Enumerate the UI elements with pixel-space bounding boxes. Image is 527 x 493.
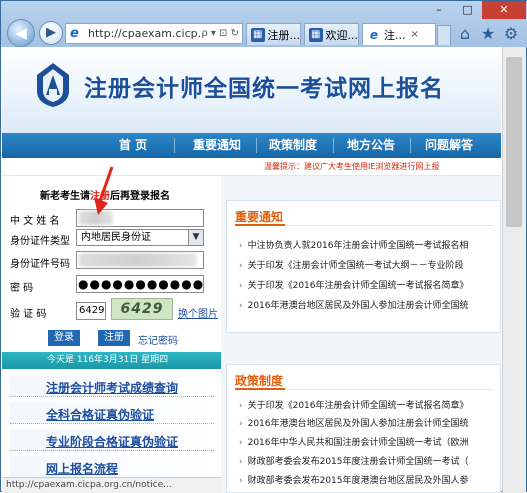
tab-registration[interactable]: ▦ 注册... bbox=[246, 23, 301, 45]
tab-label: 欢迎... bbox=[325, 28, 359, 42]
policy-item[interactable]: 2016年中华人民共和国注册会计师全国统一考试（欧洲 bbox=[239, 435, 469, 448]
policy-item[interactable]: 关于印发《2016年注册会计师全国统一考试报名简章》 bbox=[239, 398, 469, 411]
login-button[interactable]: 登录 bbox=[48, 330, 80, 346]
policy-item[interactable]: 财政部考委会发布2015年度注册会计师全国统一考试（ bbox=[239, 454, 469, 467]
cicpa-logo-icon bbox=[37, 63, 69, 107]
close-window-button[interactable]: ✕ bbox=[482, 1, 526, 19]
back-arrow-icon[interactable]: ◀ bbox=[7, 19, 35, 47]
maximize-button[interactable]: □ bbox=[454, 1, 481, 19]
menu-divider bbox=[410, 138, 411, 153]
captcha-input[interactable]: 6429 bbox=[76, 302, 106, 320]
id-number-field[interactable] bbox=[76, 251, 204, 269]
link-stage-cert-verify[interactable]: 专业阶段合格证真伪验证 bbox=[10, 429, 214, 451]
menu-home[interactable]: 首 页 bbox=[108, 133, 158, 158]
password-dots: ●●●●●●●●●●● bbox=[78, 277, 205, 291]
notice-item[interactable]: 关于印发《注册会计师全国统一考试大纲－－专业阶段 bbox=[239, 258, 464, 271]
browser-titlebar: – □ ✕ ◀ ▶ e http://cpaexam.cicp... ρ ▾ ⊡… bbox=[1, 1, 527, 47]
policy-item[interactable]: 财政部考委会发布2015年度港澳台地区居民及外国人参 bbox=[239, 473, 469, 486]
notice-bar: 温馨提示：建议广大考生使用IE浏览器进行网上报 bbox=[2, 158, 501, 176]
link-score-query[interactable]: 注册会计师考试成绩查询 bbox=[10, 375, 214, 397]
main-menu: 首 页 重要通知 政策制度 地方公告 问题解答 bbox=[2, 133, 501, 158]
page-icon: ▦ bbox=[309, 27, 323, 42]
link-label[interactable]: 专业阶段合格证真伪验证 bbox=[46, 433, 178, 450]
change-captcha-link[interactable]: 换个图片 bbox=[178, 305, 218, 320]
home-icon[interactable]: ⌂ bbox=[454, 23, 476, 45]
link-full-cert-verify[interactable]: 全科合格证真伪验证 bbox=[10, 402, 214, 424]
forgot-password-link[interactable]: 忘记密码 bbox=[138, 332, 178, 347]
policy-panel: 政策制度 关于印发《2016年注册会计师全国统一考试报名简章》 2016年港澳台… bbox=[226, 364, 501, 493]
browser-window: – □ ✕ ◀ ▶ e http://cpaexam.cicp... ρ ▾ ⊡… bbox=[0, 0, 527, 493]
panel-divider bbox=[235, 388, 493, 390]
link-label[interactable]: 注册会计师考试成绩查询 bbox=[46, 379, 178, 396]
ie-icon: e bbox=[367, 27, 381, 42]
red-arrow-annotation bbox=[94, 166, 114, 215]
minimize-button[interactable]: – bbox=[425, 1, 453, 19]
page-icon: ▦ bbox=[251, 27, 265, 42]
captcha-image: 6429 bbox=[111, 298, 173, 320]
password-label: 密 码 bbox=[10, 283, 34, 294]
notice-item[interactable]: 中注协负责人就2016年注册会计师全国统一考试报名相 bbox=[239, 238, 469, 251]
status-bar-url: http://cpaexam.cicpa.org.cn/notice... bbox=[2, 477, 221, 493]
star-icon[interactable]: ★ bbox=[477, 23, 499, 45]
menu-divider bbox=[333, 138, 334, 153]
id-type-select[interactable]: 内地居民身份证 ▼ bbox=[76, 229, 204, 246]
menu-divider bbox=[174, 138, 175, 153]
panel-divider bbox=[235, 224, 493, 226]
register-button[interactable]: 注册 bbox=[98, 330, 130, 346]
site-title: 注册会计师全国统一考试网上报名 bbox=[84, 75, 444, 102]
captcha-label: 验 证 码 bbox=[10, 309, 47, 320]
redacted-value bbox=[79, 253, 197, 267]
address-bar[interactable]: e http://cpaexam.cicp... ρ ▾ ⊡ ↻ bbox=[65, 23, 243, 44]
notice-item[interactable]: 关于印发《2016年注册会计师全国统一考试报名简章》 bbox=[239, 278, 469, 291]
tab-active[interactable]: e 注... × bbox=[362, 23, 436, 45]
forward-arrow-icon[interactable]: ▶ bbox=[39, 21, 63, 45]
policy-title: 政策制度 bbox=[235, 374, 284, 388]
login-heading-pre: 新老考生请 bbox=[40, 191, 90, 202]
new-tab-button[interactable] bbox=[437, 25, 451, 45]
menu-important-notice[interactable]: 重要通知 bbox=[184, 133, 250, 158]
policy-item[interactable]: 2016年港澳台地区居民及外国人参加注册会计师全国统 bbox=[239, 416, 469, 429]
menu-policy[interactable]: 政策制度 bbox=[260, 133, 326, 158]
chevron-down-icon[interactable]: ▼ bbox=[188, 230, 203, 245]
vertical-scrollbar[interactable] bbox=[502, 47, 526, 493]
link-registration-flow[interactable]: 网上报名流程 bbox=[10, 456, 214, 478]
menu-divider bbox=[256, 138, 257, 153]
menu-local-announcement[interactable]: 地方公告 bbox=[338, 133, 404, 158]
tab-welcome[interactable]: ▦ 欢迎... bbox=[304, 23, 359, 45]
address-url[interactable]: http://cpaexam.cicp... bbox=[88, 27, 201, 40]
id-type-value: 内地居民身份证 bbox=[81, 232, 151, 243]
tab-label: 注册... bbox=[267, 28, 301, 42]
gear-icon[interactable]: ⚙ bbox=[500, 23, 522, 45]
scrollbar-thumb[interactable] bbox=[506, 57, 522, 227]
ie-icon: e bbox=[70, 25, 79, 41]
id-type-label: 身份证件类型 bbox=[10, 236, 70, 247]
close-tab-icon[interactable]: × bbox=[411, 29, 419, 40]
link-label[interactable]: 网上报名流程 bbox=[46, 460, 118, 477]
browser-tip-text: 温馨提示：建议广大考生使用IE浏览器进行网上报 bbox=[264, 162, 440, 171]
id-number-label: 身份证件号码 bbox=[10, 259, 70, 270]
site-banner: 注册会计师全国统一考试网上报名 bbox=[2, 47, 501, 133]
address-controls[interactable]: ρ ▾ ⊡ ↻ bbox=[201, 28, 242, 39]
name-label: 中 文 姓 名 bbox=[10, 216, 60, 227]
important-notices-panel: 重要通知 中注协负责人就2016年注册会计师全国统一考试报名相 关于印发《注册会… bbox=[226, 200, 501, 333]
menu-faq[interactable]: 问题解答 bbox=[416, 133, 482, 158]
date-bar: 今天是 116年3月31日 星期四 bbox=[2, 352, 221, 369]
tab-label: 注... bbox=[384, 28, 406, 42]
link-label[interactable]: 全科合格证真伪验证 bbox=[46, 406, 154, 423]
login-heading-post: 后再登录报名 bbox=[110, 191, 170, 202]
notice-item[interactable]: 2016年港澳台地区居民及外国人参加注册会计师全国统 bbox=[239, 298, 469, 311]
side-links: 注册会计师考试成绩查询 全科合格证真伪验证 专业阶段合格证真伪验证 网上报名流程 bbox=[2, 369, 221, 493]
web-page: 注册会计师全国统一考试网上报名 首 页 重要通知 政策制度 地方公告 问题解答 … bbox=[2, 47, 501, 493]
important-notices-title: 重要通知 bbox=[235, 210, 284, 224]
